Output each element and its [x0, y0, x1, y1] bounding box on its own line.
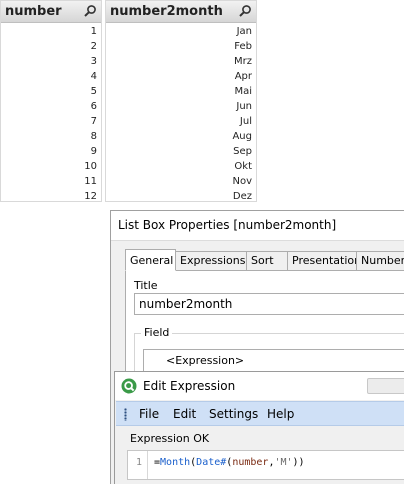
code-token-string: 'M': [274, 457, 293, 468]
list-item[interactable]: Jul: [106, 114, 256, 129]
tab-number[interactable]: Number: [356, 251, 404, 271]
menu-settings[interactable]: Settings: [209, 407, 258, 421]
list-item[interactable]: 6: [1, 99, 101, 114]
list-item[interactable]: 4: [1, 69, 101, 84]
listbox-number-title: number: [5, 4, 62, 19]
list-item[interactable]: 5: [1, 84, 101, 99]
listbox-number-header: number: [1, 1, 101, 23]
list-item[interactable]: 3: [1, 54, 101, 69]
close-button[interactable]: [367, 378, 404, 394]
list-item[interactable]: Nov: [106, 174, 256, 189]
dialog-title: List Box Properties [number2month]: [118, 218, 337, 232]
expression-status: Expression OK: [130, 432, 210, 445]
list-item[interactable]: 1: [1, 24, 101, 39]
line-number-gutter: 1: [128, 451, 148, 479]
title-input[interactable]: number2month: [134, 293, 404, 315]
list-item[interactable]: Aug: [106, 129, 256, 144]
list-item[interactable]: 10: [1, 159, 101, 174]
dialog-titlebar: List Box Properties [number2month]: [111, 211, 404, 241]
menu-help[interactable]: Help: [267, 407, 294, 421]
listbox-number2month-header: number2month: [106, 1, 256, 23]
list-item[interactable]: 9: [1, 144, 101, 159]
code-token-field: number: [232, 457, 269, 468]
tab-label: Presentation: [292, 254, 362, 267]
field-group-label: Field: [141, 326, 173, 339]
menu-edit[interactable]: Edit: [173, 407, 196, 421]
list-item[interactable]: Sep: [106, 144, 256, 159]
list-item[interactable]: 12: [1, 189, 101, 204]
list-item[interactable]: 11: [1, 174, 101, 189]
expression-editor[interactable]: 1 =Month(Date#(number,'M')): [127, 450, 404, 480]
list-item[interactable]: 7: [1, 114, 101, 129]
list-item[interactable]: 2: [1, 39, 101, 54]
list-item[interactable]: Jun: [106, 99, 256, 114]
list-item[interactable]: Mrz: [106, 54, 256, 69]
tab-label: Sort: [251, 254, 274, 267]
line-number: 1: [136, 457, 143, 468]
list-item[interactable]: Okt: [106, 159, 256, 174]
tab-sort[interactable]: Sort: [246, 251, 291, 271]
code-token-function: Month: [160, 457, 191, 468]
edit-expression-titlebar: Edit Expression: [115, 372, 404, 400]
list-item[interactable]: Apr: [106, 69, 256, 84]
list-item[interactable]: Mai: [106, 84, 256, 99]
qlikview-app-icon: [121, 378, 137, 394]
search-icon[interactable]: [238, 4, 252, 18]
expression-code[interactable]: =Month(Date#(number,'M')): [154, 457, 305, 468]
tab-label: Number: [361, 254, 404, 267]
listbox-number[interactable]: number 1 2 3 4 5 6 7 8 9 10 11 12: [0, 0, 102, 202]
tab-label: Expressions: [180, 254, 246, 267]
list-item[interactable]: Feb: [106, 39, 256, 54]
field-expression-select[interactable]: <Expression>: [143, 349, 404, 373]
code-token-function: Date#: [196, 457, 227, 468]
code-token-paren: )): [292, 457, 305, 468]
list-item[interactable]: 8: [1, 129, 101, 144]
menu-file[interactable]: File: [139, 407, 159, 421]
edit-expression-dialog: Edit Expression File Edit Settings Help …: [114, 371, 404, 484]
edit-expression-menubar: File Edit Settings Help: [116, 401, 404, 426]
search-icon[interactable]: [83, 4, 97, 18]
listbox-number2month-title: number2month: [110, 4, 223, 19]
tab-general[interactable]: General: [125, 249, 176, 271]
listbox-number2month-items: Jan Feb Mrz Apr Mai Jun Jul Aug Sep Okt …: [106, 23, 256, 204]
tab-presentation[interactable]: Presentation: [287, 251, 361, 271]
listbox-number-items: 1 2 3 4 5 6 7 8 9 10 11 12: [1, 23, 101, 204]
toolbar-grip-icon[interactable]: [124, 408, 127, 421]
list-item[interactable]: Dez: [106, 189, 256, 204]
title-label: Title: [134, 279, 158, 292]
tab-label: General: [130, 254, 174, 267]
list-item[interactable]: Jan: [106, 24, 256, 39]
edit-expression-title: Edit Expression: [143, 379, 236, 393]
listbox-number2month[interactable]: number2month Jan Feb Mrz Apr Mai Jun Jul…: [105, 0, 257, 202]
tab-expressions[interactable]: Expressions: [175, 251, 247, 271]
